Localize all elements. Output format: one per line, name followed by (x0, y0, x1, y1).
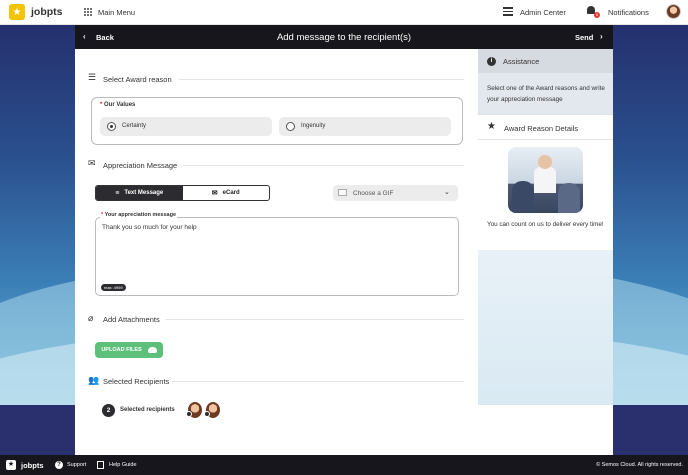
panel-header: ‹ Back Add message to the recipient(s) S… (75, 25, 613, 49)
award-reason-description: You can count on us to deliver every tim… (487, 221, 604, 228)
info-icon: i (487, 57, 496, 66)
assistance-title: Assistance (503, 57, 540, 66)
award-reason-details-body: You can count on us to deliver every tim… (478, 140, 613, 250)
radio-label: Ingenuity (301, 123, 326, 129)
page-title: Add message to the recipient(s) (276, 32, 412, 43)
radio-button[interactable] (286, 122, 295, 131)
recipients-section-title: Selected Recipients (103, 377, 170, 386)
award-reason-image (508, 147, 583, 213)
image-icon (338, 189, 347, 196)
top-bar: ★ jobpts Main Menu Admin Center 0 Notifi… (0, 0, 688, 25)
notifications-link[interactable]: Notifications (608, 8, 649, 17)
assistance-body: Select one of the Award reasons and writ… (478, 73, 613, 114)
chevron-down-icon: ⌄ (444, 189, 450, 196)
selected-recipients-label: Selected recipients (120, 407, 175, 413)
recipient-avatar[interactable] (204, 402, 220, 418)
grid-menu-icon[interactable] (84, 8, 92, 16)
divider (183, 165, 464, 166)
gif-placeholder: Choose a GIF (353, 189, 394, 197)
divider (165, 319, 464, 320)
gif-dropdown[interactable]: Choose a GIF ⌄ (333, 185, 458, 201)
chevron-right-icon[interactable]: › (600, 32, 603, 41)
users-icon: 👥 (88, 375, 100, 385)
sliders-icon[interactable] (503, 7, 513, 17)
book-icon[interactable] (97, 461, 104, 469)
divider (179, 79, 464, 80)
paperclip-icon: ⌀ (88, 313, 94, 323)
recipient-count-badge: 2 (102, 404, 115, 417)
recipient-avatar[interactable] (186, 402, 202, 418)
award-values-group: * Our Values Certainty Ingenuity (91, 97, 463, 145)
radio-option-ingenuity[interactable]: Ingenuity (279, 117, 451, 136)
brand-name[interactable]: jobpts (31, 6, 63, 18)
copyright-text: © Semos Cloud. All rights reserved. (596, 462, 683, 468)
footer-brand[interactable]: jobpts (21, 461, 44, 470)
appreciation-message-field[interactable]: * Your appreciation message Thank you so… (95, 212, 459, 296)
bell-icon[interactable]: 0 (586, 6, 600, 18)
envelope-icon: ✉ (211, 190, 218, 197)
footer-logo-icon[interactable]: ★ (6, 460, 16, 470)
support-link[interactable]: Support (67, 462, 86, 468)
char-limit-badge: max: 4969 (101, 284, 126, 291)
envelope-icon: ✉ (88, 158, 96, 168)
text-lines-icon: ≡ (115, 189, 120, 197)
admin-center-link[interactable]: Admin Center (520, 8, 566, 17)
upload-files-button[interactable]: UPLOAD FILES (95, 342, 163, 358)
remove-icon[interactable] (204, 411, 210, 417)
attachments-section-title: Add Attachments (103, 315, 160, 324)
award-reason-details-title: Award Reason Details (504, 124, 579, 133)
radio-button[interactable] (107, 122, 116, 131)
values-label: * Our Values (100, 102, 136, 108)
footer: ★ jobpts ? Support Help Guide © Semos Cl… (0, 455, 688, 475)
message-type-tabs: ≡ Text Message ✉ eCard (95, 185, 270, 201)
send-button[interactable]: Send (575, 33, 593, 42)
award-section-title: Select Award reason (103, 75, 172, 84)
message-text[interactable]: Thank you so much for your help (102, 224, 197, 231)
sidebar-fill (478, 250, 613, 405)
notification-badge: 0 (594, 12, 600, 18)
sliders-icon: ☰ (88, 72, 97, 82)
logo-icon[interactable]: ★ (9, 4, 25, 20)
award-reason-details-header: ★ Award Reason Details (478, 114, 613, 140)
star-icon: ★ (487, 121, 496, 132)
question-icon[interactable]: ? (55, 461, 63, 469)
tab-ecard[interactable]: ✉ eCard (183, 186, 270, 200)
user-avatar[interactable] (666, 4, 681, 19)
tab-text-message[interactable]: ≡ Text Message (96, 186, 183, 200)
radio-label: Certainty (122, 123, 147, 129)
message-section-title: Appreciation Message (103, 161, 178, 170)
assistance-header: i Assistance (478, 49, 613, 73)
radio-option-certainty[interactable]: Certainty (100, 117, 272, 136)
assistance-text: Select one of the Award reasons and writ… (487, 85, 605, 103)
cloud-upload-icon (147, 347, 157, 353)
main-menu-link[interactable]: Main Menu (98, 8, 135, 17)
message-field-label: * Your appreciation message (100, 212, 178, 218)
remove-icon[interactable] (186, 411, 192, 417)
help-guide-link[interactable]: Help Guide (109, 462, 137, 468)
divider (172, 381, 464, 382)
